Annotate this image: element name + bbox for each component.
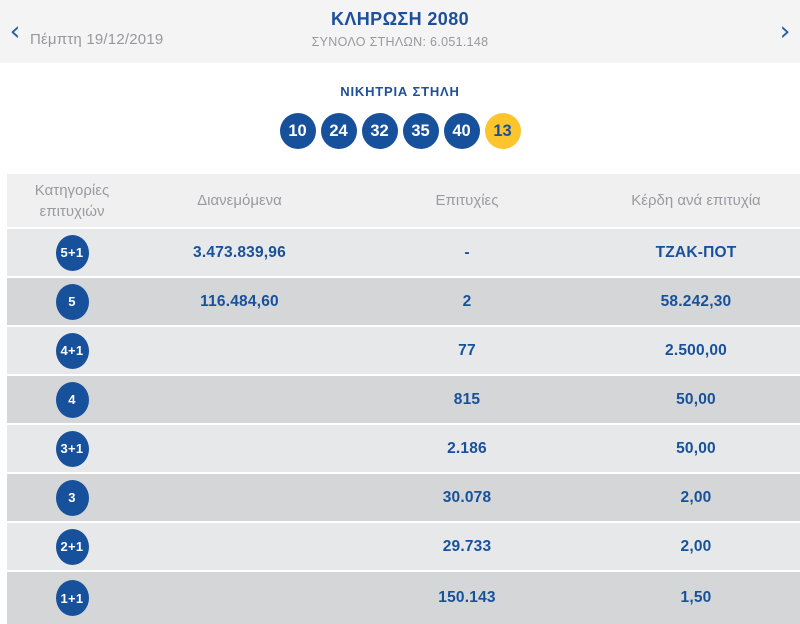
distributed-cell: 3.473.839,96: [193, 243, 286, 261]
bonus-number-ball: 13: [484, 113, 521, 149]
table-row: 3 30.078 2,00: [7, 474, 800, 521]
prize-cell: 50,00: [676, 439, 716, 457]
winners-cell: 77: [458, 341, 476, 359]
winning-number-ball: 10: [279, 113, 316, 149]
winning-number-ball: 24: [320, 113, 357, 149]
winning-number-ball: 40: [443, 113, 480, 149]
category-badge: 4: [55, 381, 89, 418]
winning-column-section: ΝΙΚΗΤΡΙΑ ΣΤΗΛΗ 10 24 32 35 40 13: [0, 84, 800, 149]
table-row: 5 116.484,60 2 58.242,30: [7, 278, 800, 325]
winners-cell: 29.733: [442, 537, 492, 555]
table-row: 3+1 2.186 50,00: [7, 425, 800, 472]
winners-cell: 2.186: [447, 439, 487, 457]
winners-cell: 2: [462, 292, 472, 310]
next-draw-button[interactable]: ›: [772, 17, 798, 47]
distributed-cell: 116.484,60: [200, 292, 279, 310]
category-badge: 3+1: [55, 430, 89, 467]
winners-cell: 815: [453, 390, 481, 408]
prize-cell: 2.500,00: [665, 341, 727, 359]
winning-number-ball: 35: [402, 113, 439, 149]
header-winners: Επιτυχίες: [435, 192, 499, 209]
category-badge: 1+1: [55, 580, 89, 616]
draw-nav-header: ‹ Πέμπτη 19/12/2019 ΚΛΗΡΩΣΗ 2080 ΣΥΝΟΛΟ …: [0, 0, 800, 63]
prize-cell: 2,00: [680, 488, 712, 506]
winning-number-ball: 32: [361, 113, 398, 149]
prize-cell: 50,00: [676, 390, 716, 408]
chevron-right-icon: ›: [779, 16, 791, 47]
table-row: 4 815 50,00: [7, 376, 800, 423]
category-badge: 2+1: [55, 528, 89, 565]
table-row: 2+1 29.733 2,00: [7, 523, 800, 570]
table-header-row: Κατηγορίες επιτυχιών Διανεμόμενα Επιτυχί…: [7, 174, 800, 227]
winners-cell: 150.143: [438, 589, 496, 606]
table-row: 1+1 150.143 1,50: [7, 572, 800, 624]
header-category: Κατηγορίες επιτυχιών: [34, 181, 110, 220]
category-badge: 3: [55, 479, 89, 516]
table-body: 5+1 3.473.839,96 - ΤΖΑΚ-ΠΟΤ 5 116.484,60…: [7, 229, 800, 624]
header-prize: Κέρδη ανά επιτυχία: [631, 192, 761, 209]
category-badge: 4+1: [55, 332, 89, 369]
draw-title: ΚΛΗΡΩΣΗ 2080: [330, 9, 470, 29]
winning-numbers-row: 10 24 32 35 40 13: [0, 113, 800, 149]
prize-cell: 58.242,30: [660, 292, 732, 310]
table-row: 4+1 77 2.500,00: [7, 327, 800, 374]
table-row: 5+1 3.473.839,96 - ΤΖΑΚ-ΠΟΤ: [7, 229, 800, 276]
winners-cell: -: [464, 243, 470, 261]
prize-cell: 2,00: [680, 537, 712, 555]
winning-column-title: ΝΙΚΗΤΡΙΑ ΣΤΗΛΗ: [340, 84, 460, 99]
header-distributed: Διανεμόμενα: [197, 192, 282, 209]
category-badge: 5+1: [55, 234, 89, 271]
total-columns-label: ΣΥΝΟΛΟ ΣΤΗΛΩΝ: 6.051.148: [311, 35, 489, 49]
prize-results-table: Κατηγορίες επιτυχιών Διανεμόμενα Επιτυχί…: [7, 174, 800, 624]
prize-cell: 1,50: [680, 589, 712, 606]
category-badge: 5: [55, 283, 89, 320]
prize-cell: ΤΖΑΚ-ΠΟΤ: [655, 243, 737, 261]
winners-cell: 30.078: [442, 488, 492, 506]
